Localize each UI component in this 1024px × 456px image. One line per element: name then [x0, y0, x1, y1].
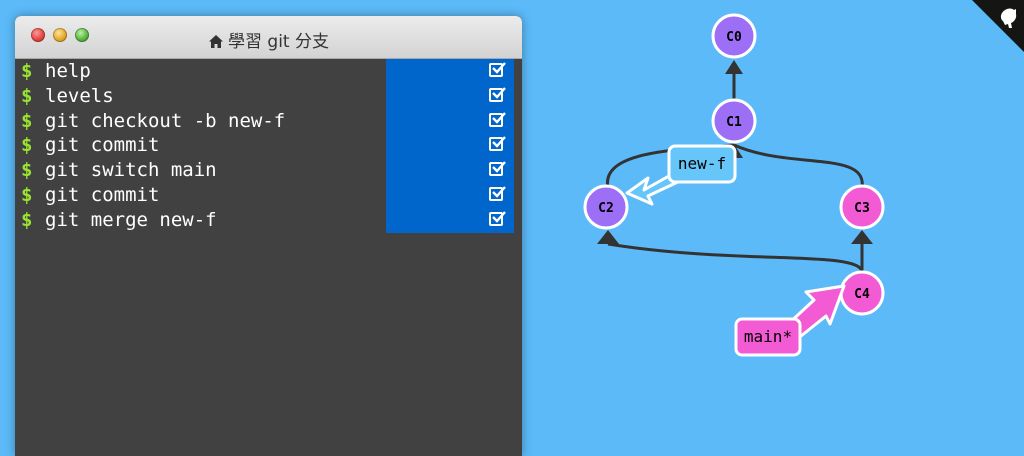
commit-graph: C0 C1 C2 C3 C4 new-f main*: [583, 13, 885, 357]
checkbox-checked-icon: [489, 161, 506, 176]
command-text: help: [45, 60, 91, 82]
checkbox-checked-icon: [489, 136, 506, 151]
commit-label: C3: [854, 201, 870, 216]
prompt-symbol: $: [21, 208, 33, 231]
command-text: git commit: [45, 183, 160, 206]
edge-c3-c1: [733, 143, 864, 189]
commit-node-c2[interactable]: C2: [583, 184, 629, 230]
home-icon: [208, 34, 224, 54]
command-line[interactable]: $ git merge new-f: [15, 208, 522, 233]
command-text: git switch main: [45, 159, 217, 182]
commit-node-c3[interactable]: C3: [839, 184, 885, 230]
commit-label: C1: [726, 115, 742, 130]
edge-c4-c2: [607, 242, 864, 273]
prompt-symbol: $: [21, 84, 33, 107]
command-text: git merge new-f: [45, 208, 217, 231]
terminal-window: 學習 git 分支 $ help $ levels $ git checkout -b…: [15, 16, 522, 456]
command-line[interactable]: $ levels: [15, 84, 522, 109]
command-line[interactable]: $ git checkout -b new-f: [15, 109, 522, 134]
title-bar: 學習 git 分支: [15, 16, 522, 59]
commit-node-c0[interactable]: C0: [711, 13, 757, 59]
arrowhead-icon: [597, 230, 619, 244]
checkbox-checked-icon: [489, 62, 506, 77]
command-line[interactable]: $ git commit: [15, 183, 522, 208]
command-history: $ help $ levels $ git checkout -b new-f $ gi…: [15, 59, 522, 233]
prompt-symbol: $: [21, 134, 33, 157]
commit-label: C0: [726, 30, 742, 45]
commit-node-c1[interactable]: C1: [711, 98, 757, 144]
command-line[interactable]: $ git switch main: [15, 158, 522, 183]
command-line[interactable]: $ help: [15, 59, 522, 84]
command-line[interactable]: $ git commit: [15, 133, 522, 158]
checkbox-checked-icon: [489, 186, 506, 201]
prompt-symbol: $: [21, 60, 33, 82]
branch-label-new-f[interactable]: new-f: [667, 144, 737, 184]
arrowhead-icon: [725, 60, 743, 74]
commit-label: C2: [598, 201, 614, 216]
octocat-icon[interactable]: [972, 0, 1024, 52]
commit-label: C4: [854, 287, 870, 302]
branch-name: new-f: [678, 154, 726, 173]
checkbox-checked-icon: [489, 87, 506, 102]
branch-label-main[interactable]: main*: [734, 317, 802, 357]
prompt-symbol: $: [21, 183, 33, 206]
window-title-text: 學習 git 分支: [228, 32, 329, 52]
prompt-symbol: $: [21, 159, 33, 182]
command-text: levels: [45, 84, 114, 107]
checkbox-checked-icon: [489, 112, 506, 127]
branch-name: main*: [744, 327, 792, 346]
arrowhead-icon: [851, 230, 873, 244]
prompt-symbol: $: [21, 109, 33, 132]
checkbox-checked-icon: [489, 211, 506, 226]
command-text: git checkout -b new-f: [45, 109, 286, 132]
window-title: 學習 git 分支: [15, 27, 522, 54]
command-text: git commit: [45, 134, 160, 157]
commit-node-c4[interactable]: C4: [839, 270, 885, 316]
